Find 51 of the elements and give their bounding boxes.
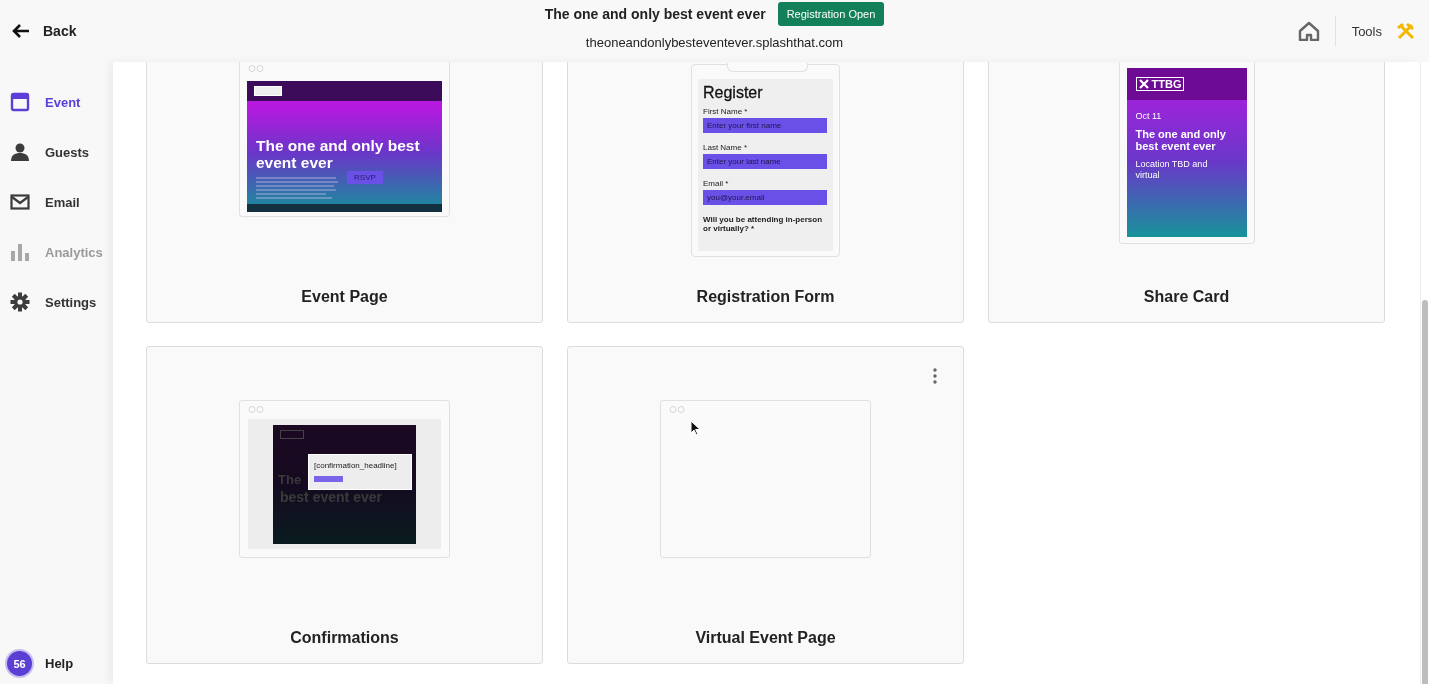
template-card[interactable]: Virtual Event Page <box>567 346 964 664</box>
cursor-icon <box>690 420 701 436</box>
logo-icon <box>254 86 282 96</box>
settings-icon <box>10 292 30 312</box>
window-dots-icon <box>669 405 686 414</box>
input-field: you@your.email <box>703 190 827 205</box>
window-dots-icon <box>248 405 265 414</box>
event-url: theoneandonlybesteventever.splashthat.com <box>585 35 844 50</box>
window-dots-icon <box>248 64 265 73</box>
card-title: Confirmations <box>290 629 399 647</box>
template-card[interactable]: Register First Name * Enter your first name Last Name * Enter your last name Email * you@your.email Will you be attending in-person or virtually? * Registration Form <box>567 62 964 323</box>
more-options-icon[interactable] <box>931 366 939 386</box>
envelope-icon <box>10 192 30 212</box>
preview-headline: The one and only best event ever <box>1135 128 1227 152</box>
event-title: The one and only best event ever <box>544 6 766 22</box>
field-label: Last Name * <box>703 143 749 152</box>
card-title: Registration Form <box>696 288 835 306</box>
tools-button[interactable]: Tools <box>1351 23 1382 39</box>
question-label: Will you be attending in-person or virtually? * <box>703 215 824 233</box>
nav-item[interactable]: Event <box>0 77 113 127</box>
back-arrow-icon <box>12 24 30 38</box>
logo-icon <box>280 430 304 439</box>
home-icon[interactable] <box>1297 21 1320 41</box>
event-date: Oct 11 <box>1135 111 1163 121</box>
nav-item[interactable]: Settings <box>0 277 113 327</box>
help-button[interactable]: 56 Help <box>0 650 113 677</box>
rsvp-button: RSVP <box>347 171 383 184</box>
status-badge: Registration Open <box>777 2 885 26</box>
nav-item[interactable]: Guests <box>0 127 113 177</box>
event-location: Location TBD and virtual <box>1135 159 1209 181</box>
input-field: Enter your first name <box>703 118 827 133</box>
back-button[interactable]: Back <box>12 23 77 39</box>
person-icon <box>10 142 30 162</box>
modal-button <box>314 476 343 482</box>
modal-text: [confirmation_headline] <box>314 461 398 470</box>
input-field: Enter your last name <box>703 154 827 169</box>
scrollbar-thumb[interactable] <box>1422 300 1428 684</box>
template-card[interactable]: The one and only best event ever RSVP Event Page <box>146 62 543 323</box>
card-title: Event Page <box>301 288 388 306</box>
count-badge: 56 <box>7 651 32 676</box>
window-icon <box>10 92 30 112</box>
field-label: Email * <box>703 179 730 188</box>
card-title: Share Card <box>1143 288 1230 306</box>
field-label: First Name * <box>703 107 749 116</box>
card-title: Virtual Event Page <box>695 629 836 647</box>
nav-item[interactable]: Email <box>0 177 113 227</box>
logo: TTBG <box>1135 77 1185 91</box>
preview-headline: The one and only best event ever <box>256 137 421 171</box>
template-card[interactable]: TTBG Oct 11 The one and only best event ever Location TBD and virtual Share Card <box>988 62 1385 323</box>
bars-icon <box>10 242 30 262</box>
form-heading: Register <box>703 84 764 102</box>
